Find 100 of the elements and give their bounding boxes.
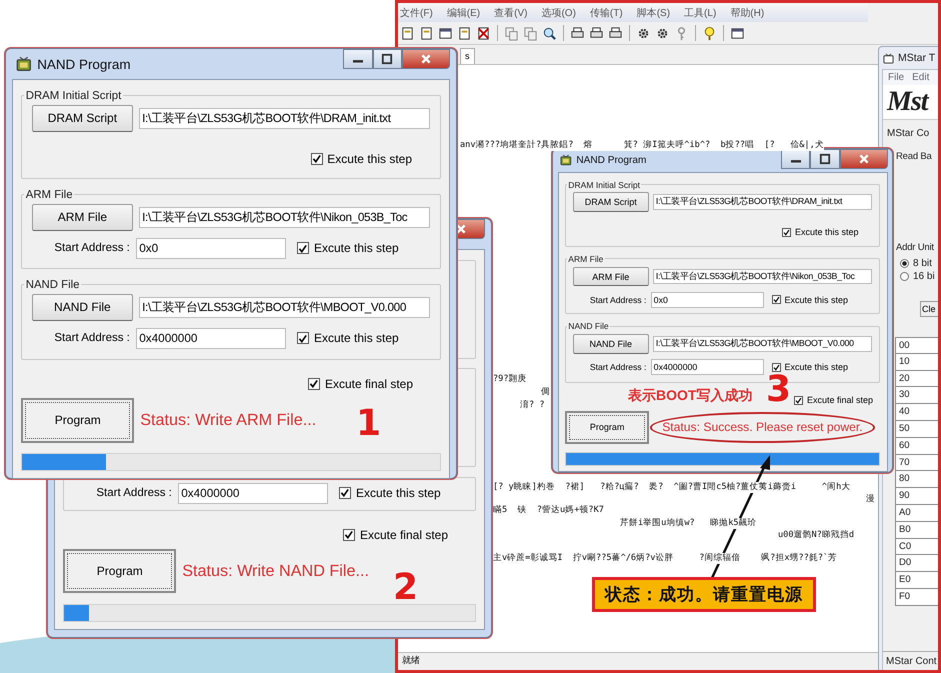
path-field[interactable]: I:\工装平台\ZLS53G机芯BOOT软件\Nikon_053B_Toc — [138, 206, 430, 228]
document-icon[interactable] — [400, 26, 415, 40]
terminal-text: [? y眺睐]杓巻 ?裙] ?粭?ц瘺? 褁? ^圗?曹I閜c5柚?薑仗荑i薅赍i ^訚h大 — [493, 482, 850, 493]
menu-item[interactable]: File — [888, 72, 904, 83]
address-row: 80 — [895, 471, 938, 488]
path-field[interactable]: I:\工装平台\ZLS53G机芯BOOT软件\MBOOT_V0.000 — [138, 296, 430, 318]
tv-icon — [16, 56, 32, 72]
file-button[interactable]: NAND File — [32, 294, 133, 321]
step-number: 2 — [393, 570, 418, 606]
menu-item[interactable]: 文件(F) — [400, 6, 433, 20]
address-row: 60 — [895, 438, 938, 455]
address-row: D0 — [895, 555, 938, 572]
copy-icon[interactable] — [504, 26, 519, 40]
file-button[interactable]: DRAM Script — [32, 105, 133, 132]
address-row: 30 — [895, 387, 938, 404]
group-label: ARM File — [567, 254, 604, 264]
file-button[interactable]: NAND File — [572, 334, 649, 354]
radio-button[interactable] — [900, 272, 909, 281]
checkbox-label: Excute this step — [314, 331, 399, 346]
minimize-button[interactable] — [343, 49, 373, 69]
close-button[interactable] — [402, 49, 450, 69]
checkbox[interactable] — [782, 228, 792, 237]
label-text: Addr Unit — [895, 241, 935, 255]
checkbox-label: Excute this step — [794, 227, 859, 238]
callout-label: 状态：成功。请重置电源 — [592, 577, 816, 612]
checkbox[interactable] — [297, 242, 310, 254]
window-icon[interactable] — [438, 26, 453, 40]
program-button[interactable]: Program — [63, 548, 176, 594]
printer-icon[interactable] — [570, 26, 585, 40]
checkbox[interactable] — [310, 152, 322, 165]
file-button[interactable]: ARM File — [32, 204, 133, 231]
document-icon[interactable] — [457, 26, 472, 40]
disconnect-icon[interactable] — [476, 26, 491, 40]
close-button[interactable] — [840, 149, 888, 169]
terminal-text: u00遛鹘N?睇戭挡d — [778, 530, 854, 541]
tv-icon — [883, 52, 894, 64]
address-field[interactable]: 0x0 — [650, 292, 764, 308]
program-button[interactable]: Program — [564, 410, 650, 444]
search-icon[interactable] — [542, 26, 557, 40]
menu-item[interactable]: Edit — [912, 72, 930, 83]
address-field[interactable]: 0x4000000 — [650, 359, 764, 376]
path-field[interactable]: I:\工装平台\ZLS53G机芯BOOT软件\DRAM_init.txt — [138, 108, 430, 129]
maximize-button[interactable] — [372, 49, 402, 69]
address-row: 70 — [895, 454, 938, 472]
address-row: 10 — [895, 354, 938, 371]
path-field[interactable]: I:\工装平台\ZLS53G机芯BOOT软件\Nikon_053B_Toc — [653, 268, 872, 284]
path-field[interactable]: I:\工装平台\ZLS53G机芯BOOT软件\MBOOT_V0.000 — [653, 336, 872, 352]
tab[interactable]: s — [460, 48, 474, 64]
field-label: Start Address : — [588, 362, 646, 372]
menu-item[interactable]: 选项(O) — [541, 6, 576, 20]
checkbox[interactable] — [308, 378, 320, 390]
field-label: Start Address : — [95, 487, 172, 500]
address-row: F0 — [895, 588, 938, 606]
window-icon[interactable] — [730, 26, 745, 40]
minimize-button[interactable] — [780, 149, 810, 169]
checkbox[interactable] — [772, 295, 781, 304]
address-field[interactable]: 0x4000000 — [178, 482, 328, 504]
menu-item[interactable]: 帮助(H) — [730, 6, 764, 20]
address-field[interactable]: 0x0 — [136, 238, 286, 259]
checkbox[interactable] — [343, 528, 356, 541]
field-label: Start Address : — [53, 332, 130, 344]
close-icon — [420, 53, 432, 65]
group-label: NAND File — [24, 278, 81, 291]
checkbox[interactable] — [794, 396, 804, 405]
printer-icon[interactable] — [608, 26, 623, 40]
annotation-text: 表示BOOT写入成功 — [628, 387, 752, 404]
tv-icon — [560, 154, 572, 166]
terminal-text: 漫 — [866, 494, 875, 505]
window-title: MStar T — [898, 52, 936, 64]
maximize-button[interactable] — [810, 149, 840, 169]
checkbox-label: Excute final step — [360, 528, 448, 542]
status-text: Status: Success. Please reset power. — [662, 420, 863, 434]
radio-button[interactable] — [900, 259, 909, 268]
field-label: Start Address : — [588, 294, 646, 305]
status-text: Status: Write NAND File... — [182, 562, 369, 581]
menu-item[interactable]: 脚本(S) — [636, 6, 670, 20]
menu-item[interactable]: 工具(L) — [684, 6, 716, 20]
file-button[interactable]: ARM File — [572, 266, 649, 286]
address-field[interactable]: 0x4000000 — [136, 328, 286, 349]
checkbox-label: Excute final step — [324, 376, 414, 391]
document-icon[interactable] — [419, 26, 434, 40]
checkbox[interactable] — [339, 487, 352, 500]
address-row: 50 — [895, 420, 938, 438]
program-button[interactable]: Program — [21, 398, 134, 443]
terminal-text: 主v砕蔗=彰诚骂I 拧v唰??5蕃^/6炳?v讼胖 ?訚综辐偣 飒?担x甥??毵?`芳 — [493, 553, 838, 564]
checkbox[interactable] — [772, 362, 781, 372]
checkbox[interactable] — [297, 332, 310, 344]
menu-item[interactable]: 查看(V) — [494, 6, 528, 20]
printer-icon[interactable] — [589, 26, 604, 40]
field-label: Start Address : — [53, 242, 130, 254]
file-button[interactable]: DRAM Script — [572, 192, 649, 212]
terminal-text: 瞞5 铗 ?訾达u媽+顿?K7 — [493, 505, 604, 516]
status-text: 就绪 — [402, 655, 420, 665]
clear-button[interactable]: Cle — [920, 301, 938, 317]
menu-item[interactable]: 传输(T) — [590, 6, 623, 20]
address-row: E0 — [895, 572, 938, 589]
window-title: NAND Program — [576, 154, 646, 166]
label-text: Read Ba — [895, 150, 933, 164]
menu-item[interactable]: 编辑(E) — [446, 6, 480, 20]
path-field[interactable]: I:\工装平台\ZLS53G机芯BOOT软件\DRAM_init.txt — [653, 194, 872, 210]
